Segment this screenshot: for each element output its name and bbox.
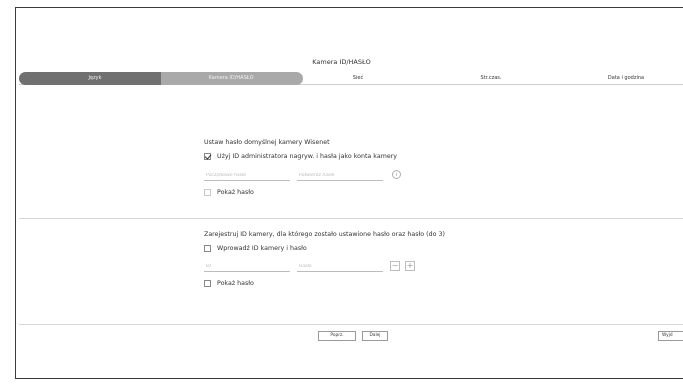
- previous-button[interactable]: Poprz.: [318, 331, 356, 341]
- use-admin-credentials-row[interactable]: Użyj ID administratora nagryw. i hasła j…: [204, 153, 397, 160]
- show-password-label-2: Pokaż hasło: [217, 280, 254, 287]
- confirm-password-field[interactable]: [297, 171, 383, 181]
- show-password-row-1[interactable]: Pokaż hasło: [204, 189, 254, 196]
- enter-camera-id-row[interactable]: Wprowadź ID kamery i hasło: [204, 245, 307, 252]
- initial-password-field[interactable]: [204, 171, 290, 181]
- footer-divider: [19, 324, 683, 325]
- register-camera-section-title: Zarejestruj ID kamery, dla którego zosta…: [204, 231, 445, 238]
- step-language[interactable]: Język: [88, 75, 101, 81]
- camera-password-field[interactable]: [297, 262, 383, 272]
- step-time-zone[interactable]: Str.czas.: [481, 75, 502, 81]
- camera-id-field[interactable]: [204, 262, 290, 272]
- page-title: Kamera ID/HASŁO: [312, 58, 371, 66]
- section-divider: [19, 218, 683, 219]
- use-admin-credentials-label: Użyj ID administratora nagryw. i hasła j…: [217, 153, 398, 160]
- remove-row-button[interactable]: −: [390, 261, 400, 271]
- info-icon[interactable]: i: [392, 170, 401, 179]
- default-password-section-title: Ustaw hasło domyślnej kamery Wisenet: [204, 139, 330, 146]
- show-password-checkbox-1[interactable]: [204, 189, 211, 196]
- add-row-button[interactable]: +: [405, 261, 415, 271]
- next-button[interactable]: Dalej: [362, 331, 388, 341]
- use-admin-credentials-checkbox[interactable]: [204, 153, 211, 160]
- show-password-label-1: Pokaż hasło: [217, 189, 254, 196]
- exit-button[interactable]: Wyjd: [658, 331, 683, 341]
- show-password-row-2[interactable]: Pokaż hasło: [204, 280, 254, 287]
- step-network[interactable]: Sieć: [353, 75, 363, 81]
- enter-camera-id-label: Wprowadź ID kamery i hasło: [217, 245, 307, 252]
- wizard-steps: Język Kamera ID/HASŁO Sieć Str.czas. Dat…: [19, 72, 683, 85]
- step-camera-id-password[interactable]: Kamera ID/HASŁO: [208, 75, 253, 81]
- show-password-checkbox-2[interactable]: [204, 280, 211, 287]
- step-date-time[interactable]: Data i godzina: [608, 75, 644, 81]
- enter-camera-id-checkbox[interactable]: [204, 245, 211, 252]
